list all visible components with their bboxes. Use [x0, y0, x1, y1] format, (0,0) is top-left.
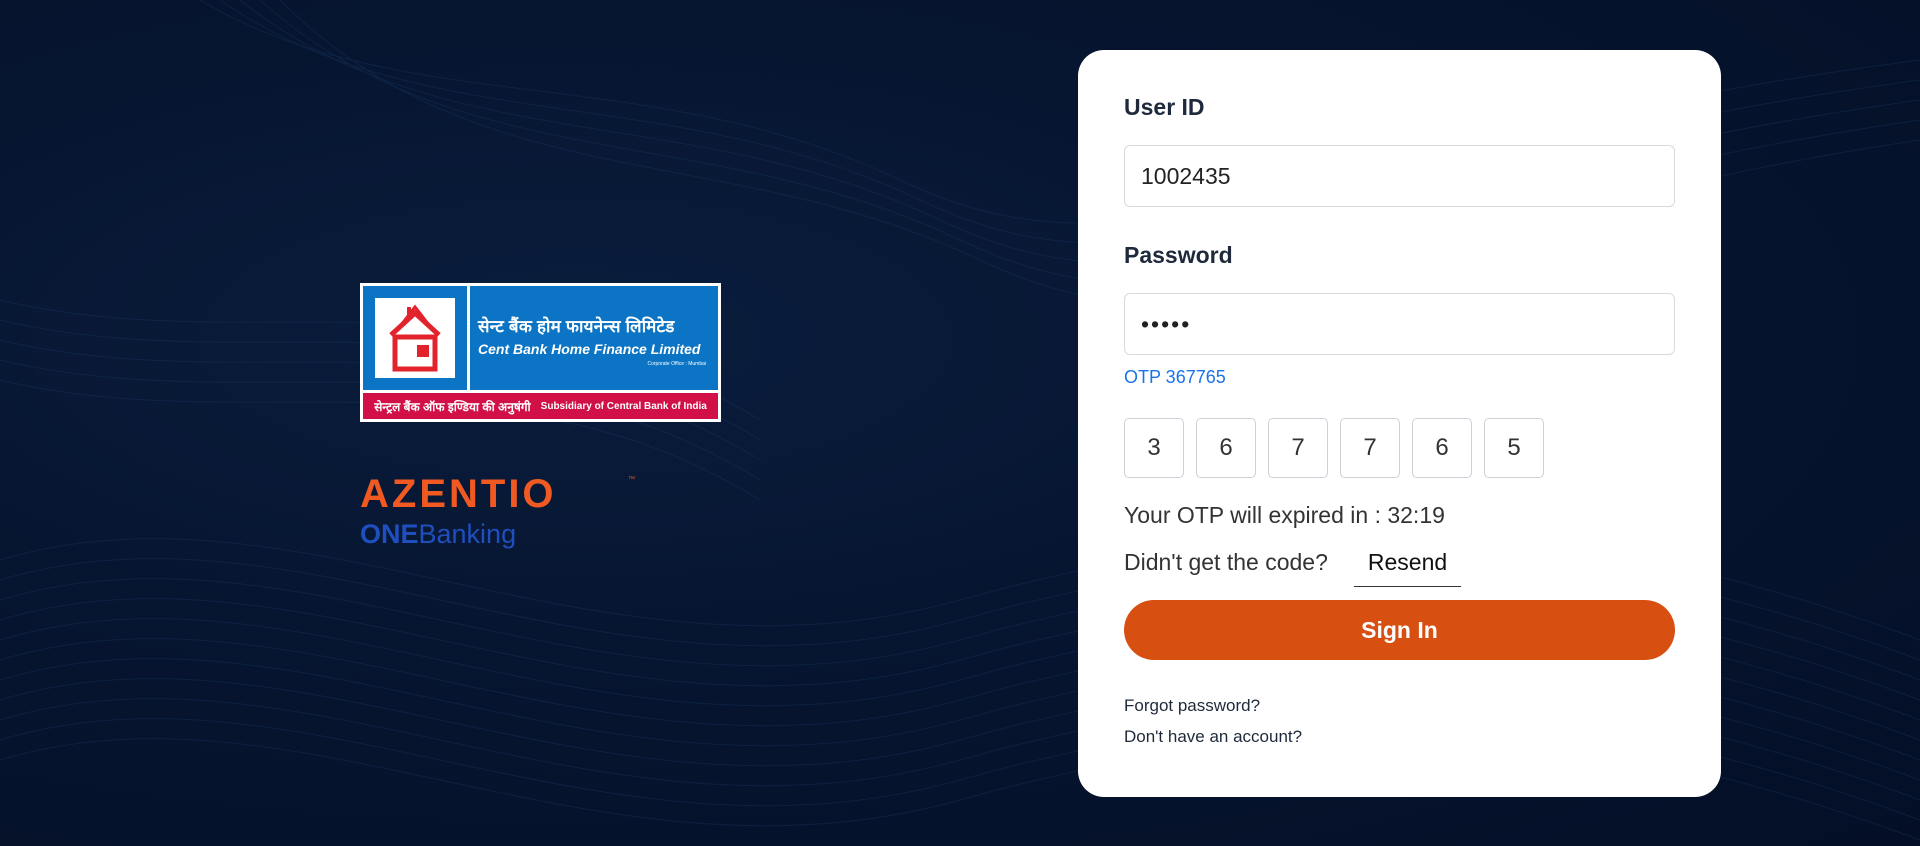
logo-text-block: सेन्ट बैंक होम फायनेन्स लिमिटेड Cent Ban…: [470, 286, 718, 390]
onebanking-one: ONE: [360, 519, 419, 549]
forgot-password-link[interactable]: Forgot password?: [1124, 696, 1260, 716]
cent-bank-home-finance-logo: सेन्ट बैंक होम फायनेन्स लिमिटेड Cent Ban…: [360, 283, 721, 422]
logo-emblem: [363, 286, 467, 390]
onebanking-wordmark: ONEBanking: [360, 518, 721, 550]
user-id-label: User ID: [1124, 94, 1205, 120]
otp-input-group: 3 6 7 7 6 5: [1124, 418, 1544, 478]
otp-digit-3[interactable]: 7: [1268, 418, 1328, 478]
sign-in-button[interactable]: Sign In: [1124, 600, 1675, 660]
otp-digit-6[interactable]: 5: [1484, 418, 1544, 478]
otp-expiry-text: Your OTP will expired in : 32:19: [1124, 502, 1445, 528]
azentio-logo: AZENTIO ™ ONEBanking: [360, 472, 721, 550]
otp-hint: OTP 367765: [1124, 367, 1226, 387]
logo-top-band: सेन्ट बैंक होम फायनेन्स लिमिटेड Cent Ban…: [363, 286, 718, 390]
otp-digit-5[interactable]: 6: [1412, 418, 1472, 478]
house-emblem-icon: [375, 298, 455, 378]
logo-subsidiary-hindi: सेन्ट्रल बैंक ऑफ इण्डिया की अनुषंगी: [374, 399, 531, 414]
resend-row: Didn't get the code? Resend: [1124, 549, 1462, 587]
logo-subsidiary-english: Subsidiary of Central Bank of India: [540, 400, 707, 412]
otp-digit-2[interactable]: 6: [1196, 418, 1256, 478]
otp-digit-4[interactable]: 7: [1340, 418, 1400, 478]
logo-english-name: Cent Bank Home Finance Limited: [478, 341, 701, 357]
azentio-wordmark: AZENTIO: [360, 472, 557, 516]
logo-office-text: Corporate Office : Mumbai: [647, 361, 706, 367]
logo-bottom-band: सेन्ट्रल बैंक ऑफ इण्डिया की अनुषंगी Subs…: [363, 393, 718, 419]
brand-area: सेन्ट बैंक होम फायनेन्स लिमिटेड Cent Ban…: [360, 283, 721, 550]
password-input[interactable]: [1124, 293, 1675, 355]
user-id-input[interactable]: [1124, 145, 1675, 207]
resend-button[interactable]: Resend: [1353, 549, 1462, 587]
password-label: Password: [1124, 242, 1233, 268]
login-card: User ID Password OTP 367765 3 6 7 7 6 5 …: [1078, 50, 1721, 797]
logo-hindi-name: सेन्ट बैंक होम फायनेन्स लिमिटेड: [478, 317, 675, 336]
house-icon: [389, 304, 441, 372]
onebanking-banking: Banking: [418, 519, 517, 549]
resend-prompt: Didn't get the code?: [1124, 549, 1328, 575]
signup-link[interactable]: Don't have an account?: [1124, 727, 1302, 747]
otp-digit-1[interactable]: 3: [1124, 418, 1184, 478]
azentio-trademark: ™: [628, 476, 635, 483]
